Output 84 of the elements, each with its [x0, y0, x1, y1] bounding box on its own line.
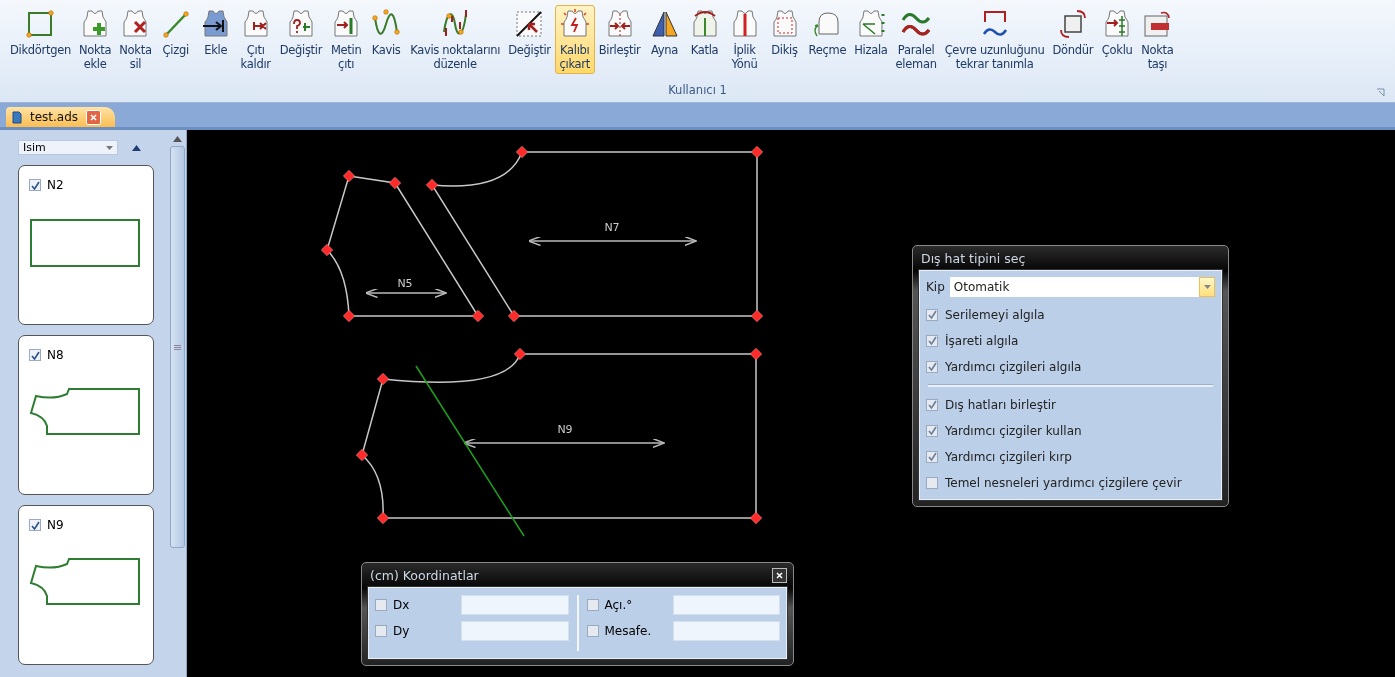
ribbon-tool[interactable]: Değiştir [275, 5, 327, 60]
caret-icon [1203, 285, 1211, 289]
field-label: Açı.° [604, 598, 634, 612]
input-field[interactable] [672, 595, 780, 615]
ribbon-tool[interactable]: Reçme [804, 5, 851, 60]
piece-name: N9 [47, 518, 64, 532]
ribbon-tool[interactable]: Kavis noktalarını düzenle [406, 5, 505, 74]
piece-card[interactable]: N8 [18, 335, 154, 495]
checkbox-label: Yardımcı çizgiler kullan [945, 423, 1082, 438]
checkbox[interactable] [926, 450, 938, 463]
checkbox-label: Temel nesneleri yardımcı çizgilere çevir [945, 475, 1182, 490]
checkbox-label: İşareti algıla [945, 333, 1019, 348]
checkbox[interactable] [586, 625, 599, 637]
pattern-piece[interactable] [426, 146, 763, 322]
mode-dropdown[interactable]: Otomatik [949, 277, 1215, 297]
ribbon-tool[interactable]: Hizala [850, 5, 892, 60]
checkbox[interactable] [375, 599, 387, 611]
checkbox[interactable] [29, 179, 41, 191]
caret-icon [106, 145, 113, 150]
checkbox-label: Yardımcı çizgileri algıla [945, 359, 1082, 374]
ribbon-tool[interactable]: Katla [684, 5, 725, 60]
checkbox[interactable] [375, 625, 387, 637]
checkbox[interactable] [926, 398, 938, 411]
document-tab[interactable]: test.ads [6, 107, 116, 127]
ribbon-tool[interactable]: Döndür [1048, 5, 1098, 60]
ribbon-tool[interactable]: Çevre uzunluğunu tekrar tanımla [940, 5, 1049, 74]
ribbon-tool[interactable]: Çıtı kaldır [235, 5, 276, 74]
close-button[interactable] [772, 567, 787, 583]
input-field[interactable] [461, 595, 569, 615]
close-icon [90, 113, 98, 121]
ribbon-tool[interactable]: Nokta ekle [74, 5, 116, 74]
field-label: Dx [393, 598, 411, 612]
ribbon-tool[interactable]: Çizgi [155, 5, 196, 60]
scroll-up-icon[interactable] [173, 136, 182, 142]
sort-ascending-icon[interactable] [132, 144, 141, 151]
dialog-title: Dış hat tipini seç [921, 250, 1026, 266]
rectangle-icon [24, 8, 57, 40]
ribbon-tool[interactable]: Ekle [195, 5, 236, 60]
input-field[interactable] [672, 621, 780, 641]
ribbon-tool[interactable]: Metin çıtı [326, 5, 367, 74]
file-icon [12, 110, 22, 124]
ribbon-tool[interactable]: İplik Yönü [724, 5, 765, 74]
dialog-launcher-icon[interactable] [1376, 88, 1385, 97]
ribbon-tool[interactable]: Çoklu [1097, 5, 1138, 60]
ribbon-tool[interactable]: Birleştir [594, 5, 645, 60]
ribbon-tool[interactable]: Kavis [366, 5, 407, 60]
ribbon-tool[interactable]: Nokta taşı [1137, 5, 1178, 74]
mode-label: Kip [926, 280, 945, 294]
checkbox[interactable] [926, 308, 938, 321]
field-label: Mesafe. [604, 624, 653, 638]
piece-card[interactable]: N2 [18, 165, 154, 325]
checkbox[interactable] [926, 334, 938, 347]
sort-dropdown[interactable]: Isim [18, 140, 118, 155]
scrollbar-thumb[interactable] [170, 146, 185, 548]
checkbox-label: Dış hatları birleştir [945, 397, 1056, 412]
piece-name: N2 [47, 178, 64, 192]
pattern-piece[interactable] [356, 348, 762, 524]
piece-label: N9 [557, 423, 573, 436]
ribbon-tool[interactable]: Değiştir [504, 5, 555, 60]
piece-label: N5 [397, 277, 413, 290]
close-icon [776, 571, 783, 579]
pattern-piece[interactable] [321, 170, 484, 322]
ribbon-tool[interactable]: Dikdörtgen [6, 5, 75, 60]
ribbon-tool[interactable]: Ayna [644, 5, 685, 60]
piece-name: N8 [47, 348, 64, 362]
vest-burst-icon [558, 8, 591, 40]
checkbox[interactable] [926, 424, 938, 437]
piece-card[interactable]: N9 [18, 505, 154, 665]
checkbox-label: Serilemeyi algıla [945, 307, 1045, 322]
ribbon-tool[interactable]: Kalıbı çıkart [554, 5, 595, 74]
ribbon-tool[interactable]: Paralel eleman [891, 5, 941, 74]
piece-label: N7 [604, 221, 620, 234]
checkbox[interactable] [586, 599, 599, 611]
ribbon-tool[interactable]: Dikiş [764, 5, 805, 60]
checkbox[interactable] [926, 360, 938, 373]
checkbox[interactable] [29, 519, 41, 531]
checkbox[interactable] [29, 349, 41, 361]
checkbox-label: Yardımcı çizgileri kırp [945, 449, 1072, 464]
panel-title: (cm) Koordinatlar [370, 567, 479, 583]
ribbon-tool[interactable]: Nokta sil [115, 5, 156, 74]
field-label: Dy [393, 624, 411, 638]
checkbox[interactable] [926, 476, 938, 489]
input-field[interactable] [461, 621, 569, 641]
group-label: Kullanıcı 1 [668, 83, 727, 99]
